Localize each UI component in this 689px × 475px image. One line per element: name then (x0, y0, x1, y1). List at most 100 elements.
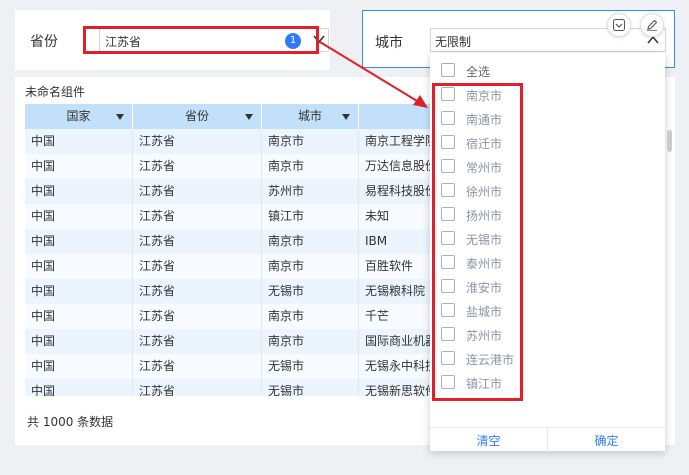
city-option[interactable]: 泰州市 (430, 251, 650, 275)
pencil-icon (647, 19, 658, 31)
table-row[interactable]: 中国 江苏省 无锡市 无锡粮科院 (25, 279, 433, 304)
city-option-label: 淮安市 (466, 281, 503, 295)
checkbox[interactable] (441, 279, 455, 293)
city-option-label: 苏州市 (466, 329, 503, 343)
table-cell: 南京市 (262, 229, 359, 254)
city-option-label: 镇江市 (466, 377, 503, 391)
table-cell: 苏州市 (262, 179, 359, 204)
city-option[interactable]: 苏州市 (430, 323, 650, 347)
table-cell: 江苏省 (133, 229, 262, 254)
table-cell: 南京市 (262, 329, 359, 354)
table-cell: 江苏省 (133, 329, 262, 354)
city-option[interactable]: 镇江市 (430, 371, 650, 395)
table-cell: 南京市 (262, 304, 359, 329)
city-option-label: 南京市 (466, 89, 503, 103)
table-cell: 中国 (25, 204, 133, 229)
city-option-label: 南通市 (466, 113, 503, 127)
table-cell: 无锡市 (262, 379, 359, 396)
header-cell[interactable]: 省份 (133, 104, 262, 129)
table-cell: 南京市 (262, 129, 359, 154)
city-option-label: 宿迁市 (466, 137, 503, 151)
table-cell: 中国 (25, 154, 133, 179)
filter-triangle-icon[interactable] (245, 114, 253, 120)
table-cell: 中国 (25, 279, 133, 304)
table-cell: IBM (359, 229, 433, 254)
table-cell: 南京工程学院 (359, 129, 433, 154)
header-cell[interactable] (359, 104, 433, 129)
confirm-button[interactable]: 确定 (548, 432, 665, 449)
table-row[interactable]: 中国 江苏省 无锡市 无锡永中科技 (25, 354, 433, 379)
city-option[interactable]: 无锡市 (430, 227, 650, 251)
checkbox[interactable] (441, 327, 455, 341)
checkbox[interactable] (441, 135, 455, 149)
filter-triangle-icon[interactable] (116, 114, 124, 120)
selected-count-badge: 1 (285, 33, 301, 49)
table-row[interactable]: 中国 江苏省 南京市 国际商业机器 (25, 329, 433, 354)
table-cell: 万达信息股份 (359, 154, 433, 179)
city-option[interactable]: 扬州市 (430, 203, 650, 227)
table-row[interactable]: 中国 江苏省 南京市 万达信息股份 (25, 154, 433, 179)
table-cell: 无锡永中科技 (359, 354, 433, 379)
table-cell: 百胜软件 (359, 254, 433, 279)
checkbox[interactable] (441, 63, 455, 77)
province-select-value: 江苏省 (105, 35, 142, 49)
table-row[interactable]: 中国 江苏省 南京市 百胜软件 (25, 254, 433, 279)
scrollbar-thumb[interactable] (667, 130, 672, 152)
edit-button[interactable] (640, 13, 664, 37)
table-row[interactable]: 中国 江苏省 无锡市 无锡新思软件 (25, 379, 433, 396)
city-select[interactable]: 无限制 (430, 28, 666, 52)
checkbox[interactable] (441, 351, 455, 365)
square-chevron-icon (613, 19, 625, 31)
table-header-row: 国家 省份 城市 (25, 104, 433, 129)
city-option-label: 盐城市 (466, 305, 503, 319)
data-table: 国家 省份 城市 中国 江苏省 南京市 南京工程学院 中国 江苏省 南京市 万达信息股份 中国江… (25, 104, 433, 396)
city-option[interactable]: 盐城市 (430, 299, 650, 323)
table-cell: 江苏省 (133, 179, 262, 204)
table-row[interactable]: 中国 江苏省 南京市 IBM (25, 229, 433, 254)
city-option[interactable]: 南通市 (430, 107, 650, 131)
table-cell: 未知 (359, 204, 433, 229)
table-cell: 中国 (25, 229, 133, 254)
province-select[interactable]: 江苏省 1 (99, 28, 329, 52)
checkbox[interactable] (441, 183, 455, 197)
dropdown-toggle-button[interactable] (607, 13, 631, 37)
filter-triangle-icon[interactable] (342, 114, 350, 120)
checkbox[interactable] (441, 111, 455, 125)
table-cell: 无锡市 (262, 279, 359, 304)
table-cell: 江苏省 (133, 254, 262, 279)
city-option[interactable]: 淮安市 (430, 275, 650, 299)
checkbox[interactable] (441, 375, 455, 389)
table-cell: 江苏省 (133, 204, 262, 229)
city-option[interactable]: 宿迁市 (430, 131, 650, 155)
city-option[interactable]: 常州市 (430, 155, 650, 179)
table-cell: 南京市 (262, 154, 359, 179)
header-cell[interactable]: 国家 (25, 104, 133, 129)
total-count: 共 1000 条数据 (27, 415, 114, 429)
header-cell[interactable]: 城市 (262, 104, 359, 129)
table-row[interactable]: 中国 江苏省 镇江市 未知 (25, 204, 433, 229)
chevron-down-icon[interactable] (312, 32, 326, 46)
city-option-label: 连云港市 (466, 353, 515, 367)
city-option[interactable]: 徐州市 (430, 179, 650, 203)
table-cell: 中国 (25, 254, 133, 279)
city-dropdown-panel: 全选 南京市南通市宿迁市常州市 徐州市 扬州市无锡市泰州市淮安市盐城市苏州市连云港市… (430, 53, 665, 452)
table-row[interactable]: 中国 江苏省 苏州市 易程科技股份 (25, 179, 433, 204)
dropdown-footer: 清空 确定 (430, 427, 665, 452)
checkbox[interactable] (441, 87, 455, 101)
checkbox[interactable] (441, 159, 455, 173)
table-cell: 江苏省 (133, 354, 262, 379)
clear-button[interactable]: 清空 (430, 432, 547, 449)
table-cell: 中国 (25, 379, 133, 396)
checkbox[interactable] (441, 303, 455, 317)
checkbox[interactable] (441, 207, 455, 221)
table-row[interactable]: 中国 江苏省 南京市 千芒 (25, 304, 433, 329)
table-cell: 无锡新思软件 (359, 379, 433, 396)
city-option[interactable]: 连云港市 (430, 347, 650, 371)
select-all-option[interactable]: 全选 (430, 59, 650, 83)
city-option[interactable]: 南京市 (430, 83, 650, 107)
checkbox[interactable] (441, 231, 455, 245)
city-option-label: 无锡市 (466, 233, 503, 247)
checkbox[interactable] (441, 255, 455, 269)
city-select-value: 无限制 (435, 35, 472, 49)
table-row[interactable]: 中国 江苏省 南京市 南京工程学院 (25, 129, 433, 154)
